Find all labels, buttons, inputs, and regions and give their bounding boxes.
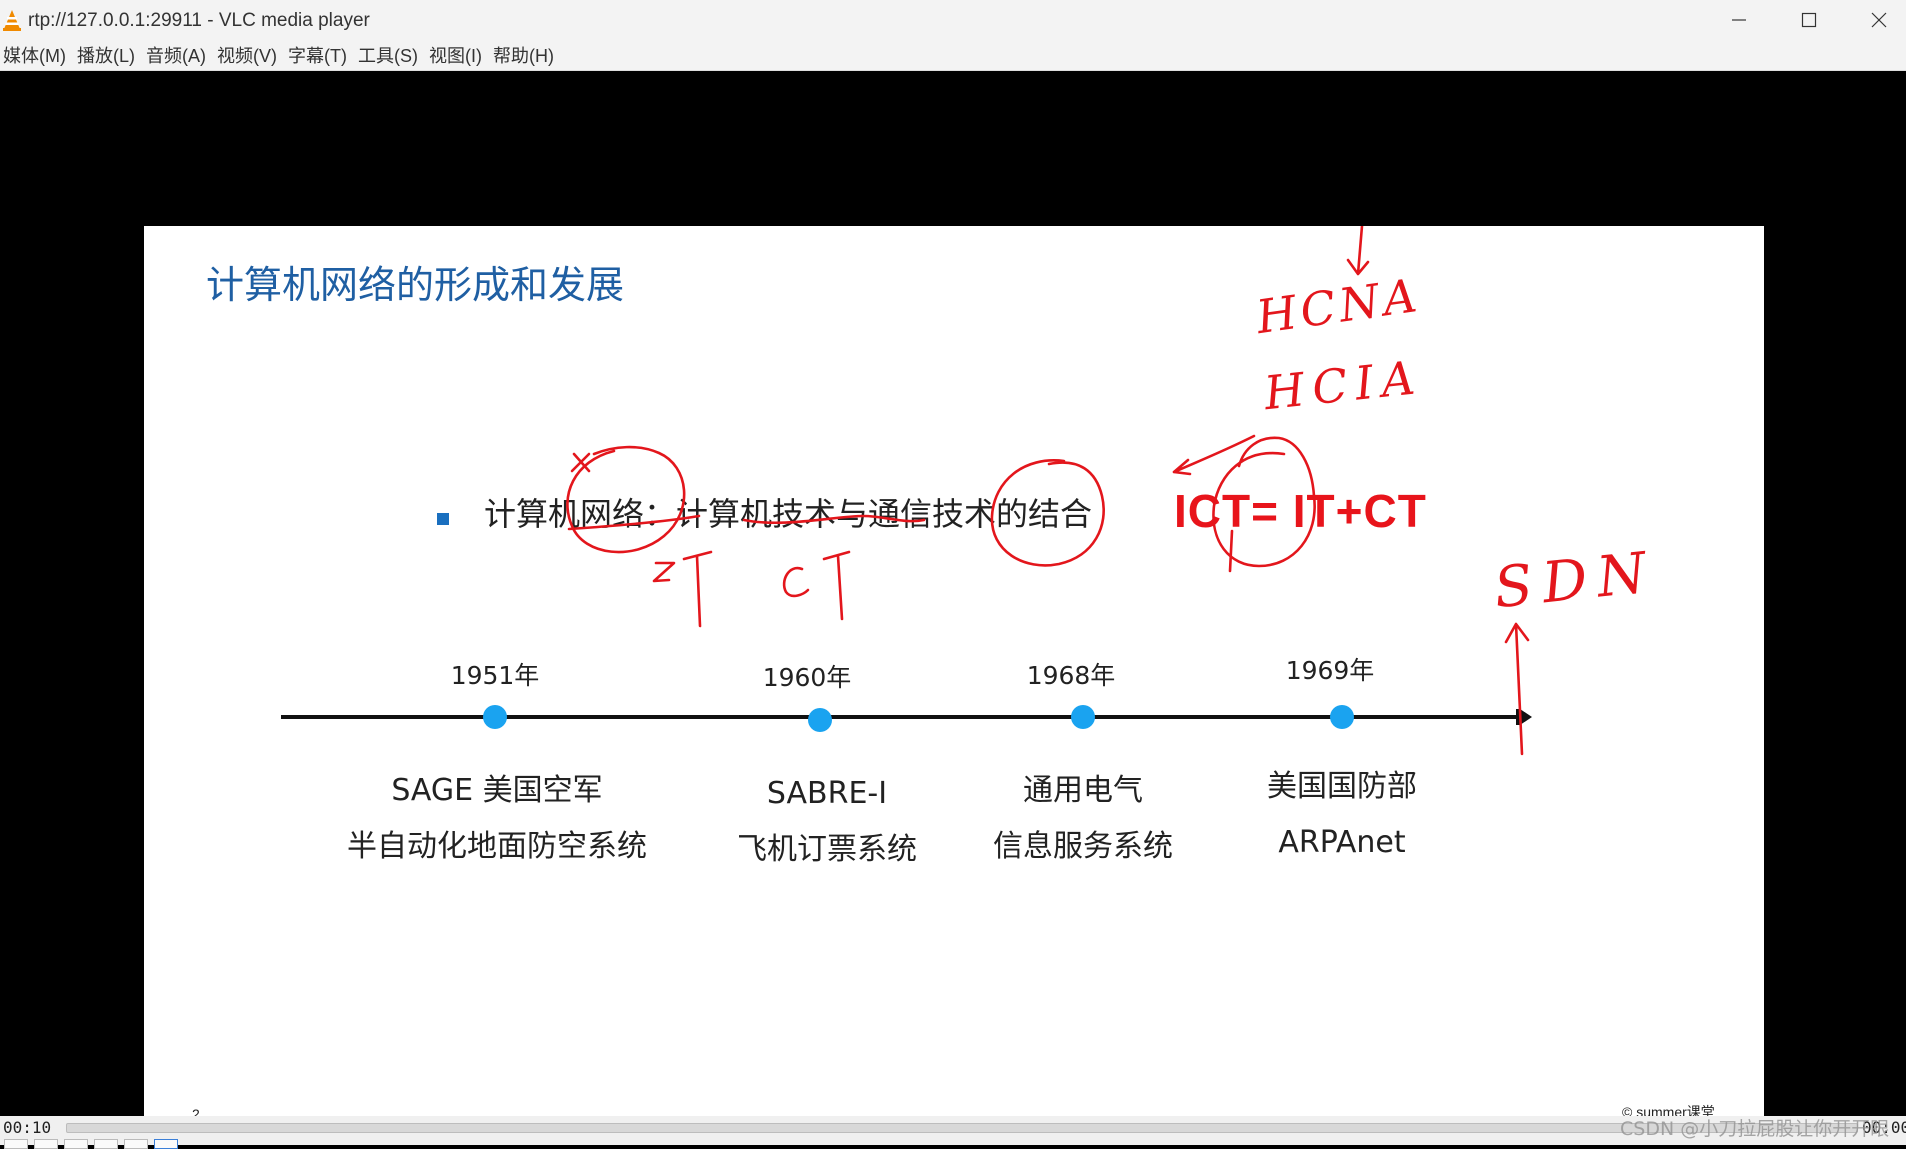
menu-media[interactable]: 媒体(M): [0, 42, 74, 68]
circle-ict: [990, 459, 1105, 567]
seek-bar[interactable]: [66, 1123, 1858, 1133]
circle-computer: [566, 445, 686, 554]
maximize-button[interactable]: [1774, 0, 1844, 40]
stop-button[interactable]: [64, 1139, 88, 1149]
menu-audio[interactable]: 音频(A): [143, 42, 214, 68]
previous-button[interactable]: [34, 1139, 58, 1149]
fullscreen-button[interactable]: [124, 1139, 148, 1149]
watermark: CSDN @小刀拉屁股让你开开眼: [1620, 1118, 1890, 1140]
video-area[interactable]: 计算机网络的形成和发展 计算机网络：计算机技术与通信技术的结合 ICT= IT+…: [0, 71, 1906, 1138]
arrow-sdn: [1504, 622, 1530, 756]
minimize-button[interactable]: [1704, 0, 1774, 40]
control-buttons: [4, 1139, 178, 1149]
vlc-cone-icon: [3, 10, 21, 31]
menu-view[interactable]: 视图(I): [426, 42, 490, 68]
current-time: 00:10: [3, 1118, 52, 1137]
handwritten-annotations: [566, 226, 1530, 756]
menu-help[interactable]: 帮助(H): [490, 42, 562, 68]
slide: 计算机网络的形成和发展 计算机网络：计算机技术与通信技术的结合 ICT= IT+…: [144, 226, 1764, 1138]
circle-ct: [1212, 436, 1316, 568]
next-button[interactable]: [94, 1139, 118, 1149]
play-button[interactable]: [4, 1139, 28, 1149]
hw-ct: [782, 550, 851, 621]
playlist-button[interactable]: [154, 1139, 178, 1149]
window-title: rtp://127.0.0.1:29911 - VLC media player: [28, 10, 370, 31]
menu-playback[interactable]: 播放(L): [74, 42, 143, 68]
underline-ct: [742, 514, 926, 525]
menu-subtitle[interactable]: 字幕(T): [285, 42, 355, 68]
close-button[interactable]: [1844, 0, 1906, 40]
menu-bar: 媒体(M) 播放(L) 音频(A) 视频(V) 字幕(T) 工具(S) 视图(I…: [0, 40, 1906, 71]
hw-it: [652, 550, 713, 628]
menu-video[interactable]: 视频(V): [214, 42, 285, 68]
strike-plus: [1228, 529, 1234, 573]
underline-it: [567, 514, 701, 531]
close-icon: [1871, 12, 1887, 28]
menu-tools[interactable]: 工具(S): [355, 42, 426, 68]
arrow-hcna: [1346, 226, 1370, 276]
maximize-icon: [1801, 12, 1817, 28]
title-bar: rtp://127.0.0.1:29911 - VLC media player: [0, 0, 1906, 41]
minimize-icon: [1732, 19, 1746, 21]
arrow-hcia: [1172, 434, 1256, 476]
